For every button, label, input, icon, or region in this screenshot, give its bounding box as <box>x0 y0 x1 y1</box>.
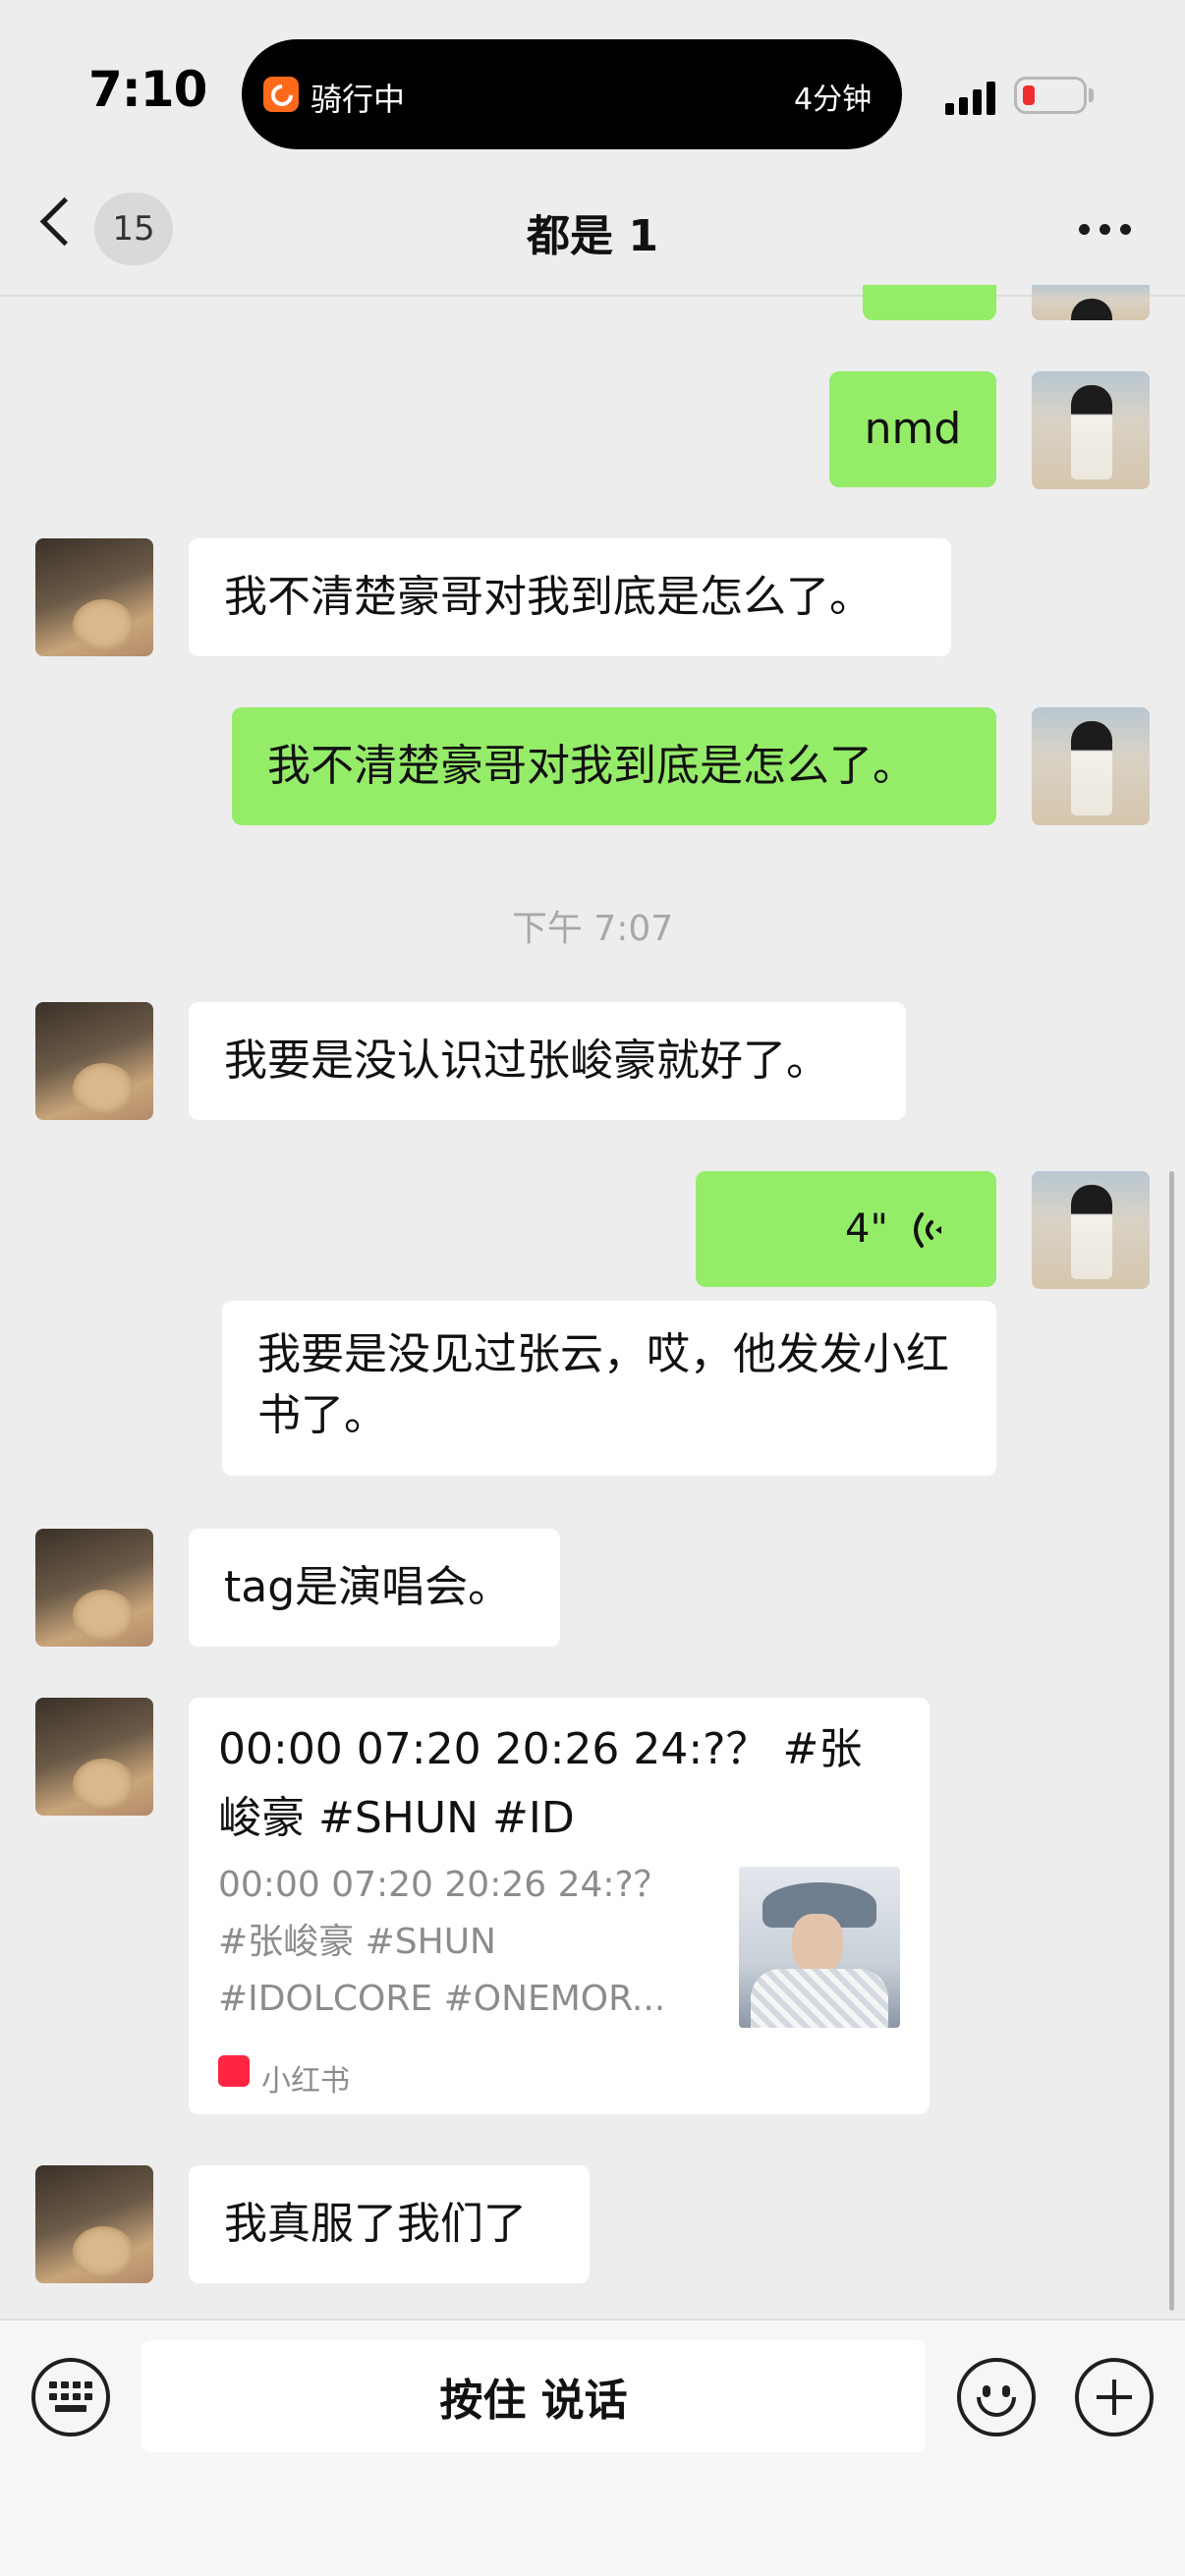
self-avatar[interactable] <box>1032 371 1150 489</box>
battery-tip <box>1089 88 1094 102</box>
xiaohongshu-logo-icon: 小红书 <box>218 2055 253 2100</box>
keyboard-icon[interactable] <box>31 2358 110 2436</box>
message-bubble-received[interactable]: tag是演唱会。 <box>189 1529 560 1647</box>
live-activity-title: 骑行中 <box>310 81 406 118</box>
more-options-icon[interactable] <box>1079 224 1132 236</box>
self-avatar[interactable] <box>1032 1171 1150 1289</box>
nav-divider <box>0 295 1185 297</box>
contact-avatar[interactable] <box>35 538 153 656</box>
voice-message-bubble[interactable]: 4" <box>696 1171 996 1287</box>
contact-avatar[interactable] <box>35 2165 153 2283</box>
battery-level <box>1023 85 1035 105</box>
message-bubble-sent[interactable]: 我不清楚豪哥对我到底是怎么了。 <box>232 707 996 825</box>
contact-avatar[interactable] <box>35 1698 153 1816</box>
message-bubble-received[interactable]: 我要是没认识过张峻豪就好了。 <box>189 1002 906 1120</box>
live-activity-duration: 4分钟 <box>794 83 873 117</box>
message-bubble-sent[interactable]: nmd <box>829 371 996 487</box>
cellular-signal-icon <box>945 82 1000 115</box>
xiaohongshu-share-card[interactable]: 00:00 07:20 20:26 24:?？ #张峻豪 #SHUN #ID 0… <box>189 1698 930 2114</box>
status-time: 7:10 <box>88 61 207 118</box>
previous-message-bubble[interactable] <box>863 285 996 320</box>
contact-avatar[interactable] <box>35 1002 153 1120</box>
plus-icon[interactable] <box>1075 2358 1154 2436</box>
voice-duration: 4" <box>845 1206 888 1252</box>
self-avatar[interactable] <box>1032 285 1150 320</box>
ride-app-icon <box>263 77 299 112</box>
card-title: 00:00 07:20 20:26 24:?？ #张峻豪 #SHUN #ID <box>218 1724 863 1843</box>
contact-avatar[interactable] <box>35 1529 153 1647</box>
message-timestamp: 下午 7:07 <box>511 909 674 949</box>
chat-title: 都是 1 <box>527 211 658 261</box>
message-bubble-received[interactable]: 我真服了我们了 <box>189 2165 590 2283</box>
voice-transcript[interactable]: 我要是没见过张云，哎，他发发小红书了。 <box>222 1301 996 1476</box>
voice-wave-icon <box>914 1212 941 1248</box>
card-source: 小红书 <box>261 2064 350 2099</box>
scroll-indicator[interactable] <box>1169 1171 1174 2311</box>
card-thumbnail <box>739 1867 900 2028</box>
emoji-icon[interactable] <box>957 2358 1036 2436</box>
message-bubble-received[interactable]: 我不清楚豪哥对我到底是怎么了。 <box>189 538 951 656</box>
card-description: 00:00 07:20 20:26 24:?？#张峻豪 #SHUN #IDOLC… <box>218 1865 669 2019</box>
hold-to-talk-button[interactable]: 按住 说话 <box>141 2340 926 2452</box>
self-avatar[interactable] <box>1032 707 1150 825</box>
